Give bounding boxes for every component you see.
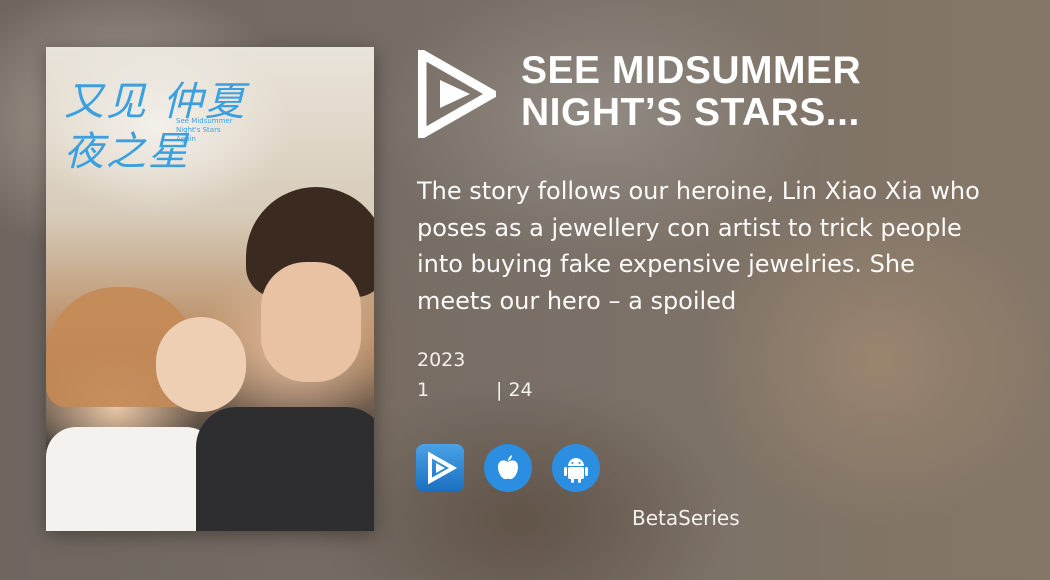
betaseries-app-button[interactable] [416,444,464,492]
season-count: 1 [417,379,430,401]
poster-calligraphy: 又见 仲夏夜之星 [64,79,247,175]
show-title: SEE MIDSUMMER NIGHT’S STARS... [521,50,1021,134]
release-year: 2023 [417,349,466,371]
show-poster: 又见 仲夏夜之星 See Midsummer Night's Stars Aga… [46,47,374,531]
android-store-button[interactable] [552,444,600,492]
show-title-line-1: SEE MIDSUMMER [521,49,862,92]
brand-name: BetaSeries [632,506,740,530]
episode-count: | 24 [496,379,533,401]
apple-icon [498,455,518,480]
poster-calligraphy-subtitle: See Midsummer Night's Stars Again [176,117,233,143]
poster-figure-face [156,317,246,412]
poster-figure-face-2 [261,262,361,382]
betaseries-logo-icon [418,50,496,138]
betaseries-play-icon [428,451,458,485]
show-description: The story follows our heroine, Lin Xiao … [417,177,980,315]
poster-figure-shirt [46,427,216,531]
apple-store-button[interactable] [484,444,532,492]
android-icon [564,458,588,483]
show-title-line-2: NIGHT’S STARS... [521,91,860,134]
poster-figure-jacket [196,407,374,531]
